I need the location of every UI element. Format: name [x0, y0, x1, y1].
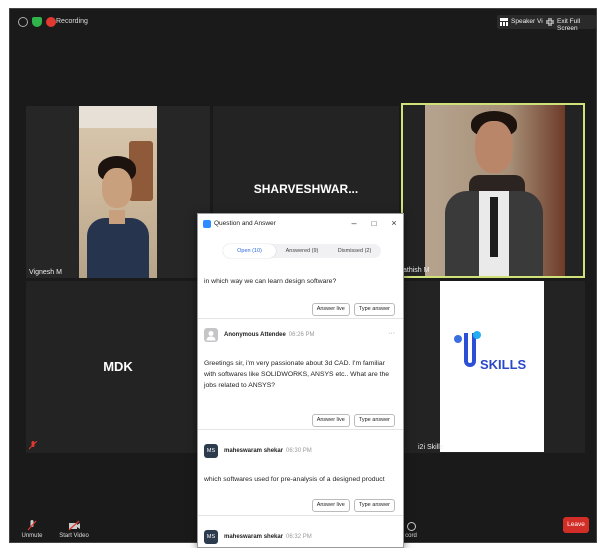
top-bar: Recording Speaker View Exit Full Screen	[10, 9, 596, 37]
person-icon	[206, 331, 216, 341]
leave-button[interactable]: Leave	[563, 517, 589, 533]
mic-muted-icon	[29, 441, 37, 450]
type-answer-button[interactable]: Type answer	[353, 303, 395, 316]
recording-icon[interactable]	[46, 17, 56, 27]
tab-answered[interactable]: Answered (9)	[276, 244, 328, 258]
maximize-icon[interactable]: □	[368, 219, 380, 228]
question-and-answer-window: Question and Answer – □ × Open (10) Answ…	[197, 213, 404, 548]
asker-name: maheswaram shekar	[224, 448, 284, 454]
type-answer-button[interactable]: Type answer	[353, 499, 395, 512]
record-label: cord	[405, 533, 417, 539]
question-asker: maheswaram shekar 06:32 PM	[224, 534, 312, 540]
video-tile-i2i-skills[interactable]: SKILLS i2i Skills	[401, 281, 585, 453]
minimize-icon[interactable]: –	[348, 218, 360, 228]
tab-open[interactable]: Open (10)	[223, 244, 276, 258]
exit-fullscreen-label: Exit Full Screen	[557, 18, 581, 32]
participant-name: athish M	[403, 267, 430, 274]
video-feed	[79, 106, 157, 278]
skills-logo: SKILLS	[454, 329, 534, 389]
start-video-label: Start Video	[59, 533, 89, 539]
question-time: 06:32 PM	[286, 534, 312, 540]
question-time: 06:30 PM	[286, 448, 312, 454]
question-actions: Answer live Type answer	[308, 493, 395, 512]
user-avatar: MS	[204, 444, 218, 458]
exit-fullscreen-icon	[546, 18, 554, 26]
participant-name: SHARVESHWAR...	[253, 182, 359, 196]
shield-icon[interactable]	[32, 17, 42, 27]
qa-title-bar: Question and Answer – □ ×	[198, 214, 403, 234]
video-off-icon	[68, 520, 80, 531]
asker-name: Anonymous Attendee	[224, 332, 286, 338]
answer-live-button[interactable]: Answer live	[311, 414, 350, 427]
question-text: which softwares used for pre-analysis of…	[204, 476, 385, 483]
question-text: in which way we can learn design softwar…	[204, 278, 337, 285]
video-tile-vignesh[interactable]: Vignesh M	[26, 106, 210, 278]
qa-tabs: Open (10) Answered (9) Dismissed (2)	[223, 244, 381, 258]
participant-name: MDK	[103, 359, 133, 374]
close-icon[interactable]: ×	[388, 218, 400, 228]
participant-name: i2i Skills	[418, 444, 444, 451]
mic-muted-icon	[27, 520, 37, 531]
zoom-logo-icon	[203, 220, 211, 228]
logo-panel: SKILLS	[440, 281, 544, 452]
record-button[interactable]: cord	[402, 522, 420, 539]
divider	[198, 429, 403, 430]
question-actions: Answer live Type answer	[308, 408, 395, 427]
asker-name: maheswaram shekar	[224, 534, 284, 540]
record-icon	[406, 522, 416, 531]
question-time: 06:26 PM	[288, 332, 315, 338]
question-asker: maheswaram shekar 06:30 PM	[224, 448, 312, 454]
type-answer-button[interactable]: Type answer	[353, 414, 395, 427]
recording-label: Recording	[56, 18, 88, 25]
video-tile-mdk[interactable]: MDK	[26, 281, 210, 453]
more-options-icon[interactable]: ···	[388, 330, 395, 337]
question-actions: Answer live Type answer	[308, 297, 395, 316]
skills-logo-text: SKILLS	[480, 357, 527, 372]
answer-live-button[interactable]: Answer live	[311, 303, 350, 316]
unmute-button[interactable]: Unmute	[20, 520, 44, 539]
divider	[198, 515, 403, 516]
video-feed	[425, 105, 565, 276]
grid-icon	[500, 18, 508, 26]
video-tile-sathish[interactable]: athish M	[401, 103, 585, 278]
answer-live-button[interactable]: Answer live	[311, 499, 350, 512]
start-video-button[interactable]: Start Video	[58, 520, 90, 539]
qa-window-title: Question and Answer	[214, 220, 276, 227]
question-text: Greetings sir, i'm very passionate about…	[204, 360, 390, 389]
user-avatar: MS	[204, 530, 218, 544]
info-icon[interactable]	[18, 17, 28, 27]
participant-name: Vignesh M	[29, 269, 62, 276]
anonymous-avatar-icon	[204, 328, 218, 342]
unmute-label: Unmute	[21, 533, 43, 539]
question-asker: Anonymous Attendee 06:26 PM	[224, 332, 314, 338]
tab-dismissed[interactable]: Dismissed (2)	[328, 244, 381, 258]
divider	[198, 318, 403, 319]
exit-fullscreen-button[interactable]: Exit Full Screen	[543, 15, 596, 32]
